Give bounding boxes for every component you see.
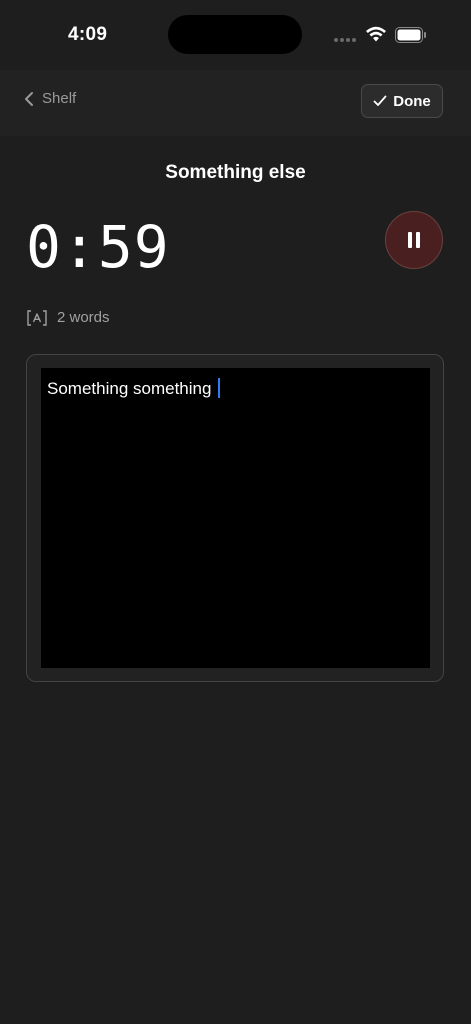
status-bar: 4:09 [0,0,471,70]
text-caret [218,378,221,398]
text-editor[interactable]: Something something [41,368,430,668]
word-count: 2 words [27,309,110,326]
battery-icon [395,27,426,43]
editor-frame: Something something [26,354,444,682]
back-button-label: Shelf [42,90,77,107]
pause-icon [408,232,420,248]
dynamic-island [168,15,302,54]
cellular-signal-icon [334,38,356,42]
page-title: Something else [165,162,306,183]
chevron-left-icon [25,91,33,106]
done-button[interactable]: Done [361,84,443,118]
pause-button[interactable] [385,211,443,269]
back-button[interactable]: Shelf [24,90,76,107]
wifi-icon [366,26,386,42]
editor-text: Something something [47,379,217,398]
editor-content: Something something [47,378,221,399]
nav-bar: Shelf Done [0,70,471,136]
done-button-label: Done [393,92,431,110]
word-count-label: 2 words [57,309,110,326]
status-time: 4:09 [68,24,108,45]
checkmark-icon [373,95,387,106]
text-box-icon [27,309,47,326]
countdown-timer: 0:59 [26,213,170,281]
